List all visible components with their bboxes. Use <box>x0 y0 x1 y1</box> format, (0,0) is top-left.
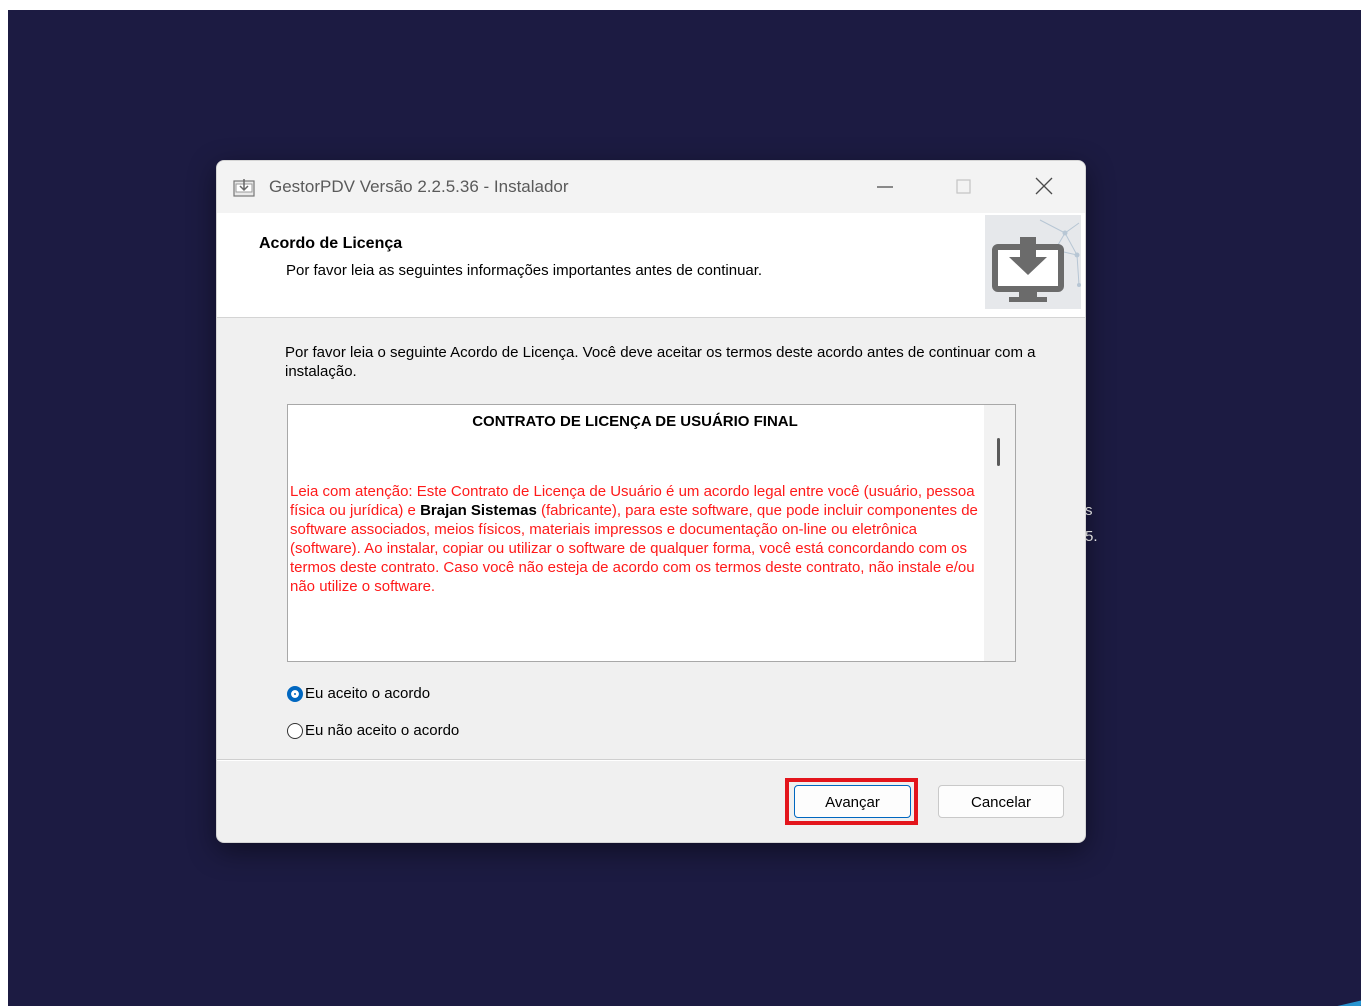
maximize-button[interactable] <box>937 161 993 213</box>
desktop-glyph-2: 5. <box>1085 528 1098 545</box>
decline-radio[interactable]: Eu não aceito o acordo <box>287 722 459 739</box>
window-title: GestorPDV Versão 2.2.5.36 - Instalador <box>269 177 569 196</box>
accept-radio[interactable]: Eu aceito o acordo <box>287 685 430 702</box>
license-textbox[interactable]: CONTRATO DE LICENÇA DE USUÁRIO FINAL Lei… <box>287 404 1016 662</box>
intro-text: Por favor leia o seguinte Acordo de Lice… <box>285 344 1036 380</box>
download-monitor-icon <box>992 219 1081 302</box>
cancel-button[interactable]: Cancelar <box>938 785 1064 818</box>
license-scrollbar[interactable] <box>984 405 1015 661</box>
scrollbar-thumb[interactable] <box>997 438 1000 466</box>
decline-radio-label: Eu não aceito o acordo <box>305 722 460 739</box>
accept-radio-label: Eu aceito o acordo <box>305 685 431 702</box>
installer-window: GestorPDV Versão 2.2.5.36 - Instalador A… <box>216 160 1086 843</box>
license-company-name: Brajan Sistemas <box>420 502 537 519</box>
license-body: Leia com atenção: Este Contrato de Licen… <box>290 482 980 596</box>
minimize-button[interactable] <box>862 161 918 213</box>
close-button[interactable] <box>1017 161 1073 213</box>
installer-app-icon <box>233 179 255 197</box>
next-button-highlight <box>785 778 918 825</box>
footer-divider <box>217 759 1085 761</box>
desktop-glyph-1: s <box>1085 502 1093 519</box>
page-subtitle: Por favor leia as seguintes informações … <box>286 262 763 279</box>
maximize-icon <box>956 179 971 194</box>
radio-unselected-icon <box>287 722 303 739</box>
page-title: Acordo de Licença <box>259 235 403 252</box>
title-bar[interactable]: GestorPDV Versão 2.2.5.36 - Instalador <box>217 161 1085 213</box>
desktop-partial-text: s 5. <box>1085 498 1098 550</box>
close-icon <box>1035 177 1053 195</box>
wizard-header: Acordo de Licença Por favor leia as segu… <box>217 213 1085 318</box>
license-heading: CONTRATO DE LICENÇA DE USUÁRIO FINAL <box>472 413 798 430</box>
header-image <box>985 215 1081 309</box>
radio-selected-icon <box>287 685 303 702</box>
minimize-icon <box>877 186 893 188</box>
desktop-wallpaper-line <box>1205 996 1361 1006</box>
